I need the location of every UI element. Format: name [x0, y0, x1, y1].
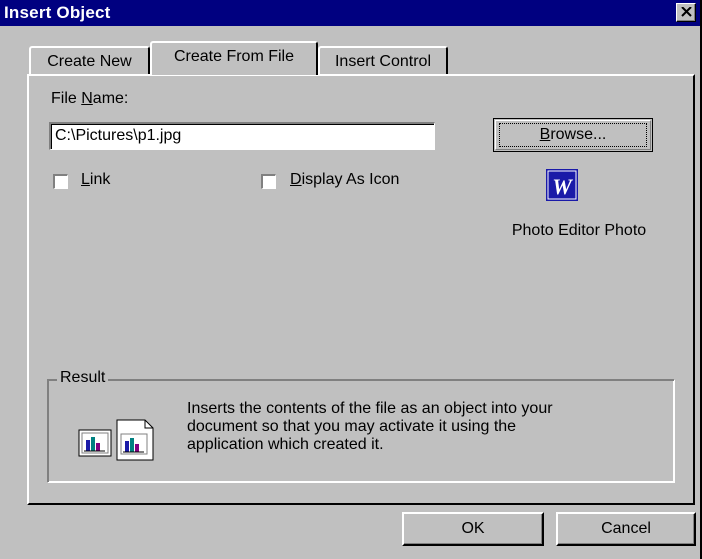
result-line: document so that you may activate it usi…: [187, 418, 517, 435]
cancel-button[interactable]: Cancel: [556, 512, 696, 546]
tab-panel: File Name: C:\Pictures\p1.jpg Browse... …: [27, 74, 695, 505]
browse-label: Browse...: [499, 123, 647, 147]
file-name-input[interactable]: C:\Pictures\p1.jpg: [49, 122, 435, 150]
result-label: Result: [57, 369, 109, 387]
link-label[interactable]: Link: [81, 171, 110, 189]
object-type-caption: Photo Editor Photo: [511, 222, 647, 239]
result-description: Inserts the contents of the file as an o…: [187, 400, 667, 454]
insert-object-icon: [78, 419, 154, 461]
result-line: application which created it.: [187, 436, 384, 453]
tab-insert-control[interactable]: Insert Control: [318, 46, 448, 75]
word-document-icon: W: [546, 169, 578, 201]
dialog-title: Insert Object: [4, 3, 111, 22]
result-line: Inserts the contents of the file as an o…: [187, 400, 553, 417]
word-icon-glyph: W: [552, 174, 573, 199]
insert-object-dialog: Insert Object Create New Create From Fil…: [0, 0, 702, 559]
tab-create-new[interactable]: Create New: [29, 46, 150, 75]
display-as-icon-checkbox[interactable]: [261, 174, 276, 189]
close-button[interactable]: [676, 3, 696, 22]
title-bar[interactable]: Insert Object: [0, 0, 700, 26]
display-as-icon-label[interactable]: Display As Icon: [290, 171, 399, 189]
close-icon: [681, 7, 692, 17]
link-checkbox[interactable]: [53, 174, 68, 189]
file-name-label: File Name:: [51, 90, 129, 107]
browse-button[interactable]: Browse...: [493, 118, 653, 152]
tab-label: Create From File: [173, 48, 295, 65]
tab-create-from-file[interactable]: Create From File: [150, 41, 318, 75]
tab-label: Create New: [47, 53, 132, 70]
tab-label: Insert Control: [334, 53, 432, 70]
ok-button[interactable]: OK: [402, 512, 544, 546]
